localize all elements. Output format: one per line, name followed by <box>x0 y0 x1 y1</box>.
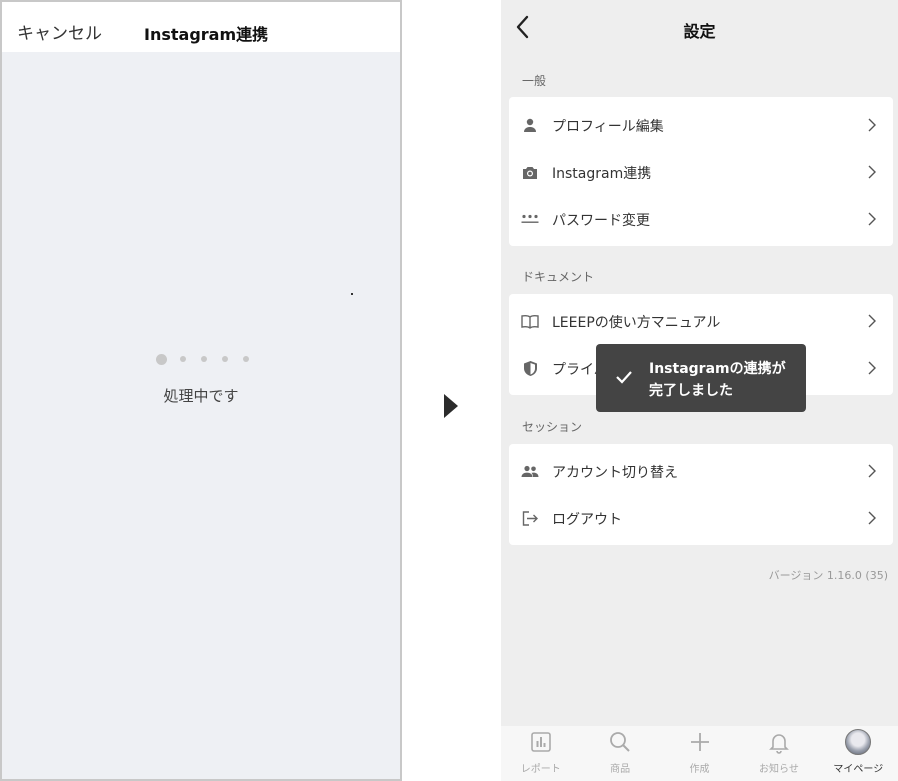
people-icon <box>521 462 539 480</box>
logout-icon <box>521 509 539 527</box>
settings-row-label: ログアウト <box>552 512 622 528</box>
general-card: プロフィール編集 Instagram連携 パスワード変更 <box>509 97 893 246</box>
settings-row-logout[interactable]: ログアウト <box>509 495 893 542</box>
settings-row-profile-edit[interactable]: プロフィール編集 <box>509 102 893 149</box>
loading-dot <box>201 356 207 362</box>
settings-row-label: アカウント切り替え <box>552 465 678 481</box>
settings-row-label: Instagram連携 <box>552 166 652 182</box>
success-toast: Instagramの連携が 完了しました <box>596 344 806 412</box>
chevron-right-icon <box>868 511 876 525</box>
toast-message-line2: 完了しました <box>649 383 733 399</box>
loading-dot <box>156 353 167 365</box>
tab-label: レポート <box>520 764 561 775</box>
loading-dot <box>243 356 249 362</box>
section-label-documents: ドキュメント <box>522 270 595 284</box>
book-icon <box>521 312 539 330</box>
chevron-right-icon <box>868 165 876 179</box>
avatar <box>845 729 872 755</box>
section-label-session: セッション <box>522 420 583 434</box>
tab-label: 作成 <box>689 764 710 775</box>
shield-icon <box>521 359 539 377</box>
settings-header: 設定 <box>501 0 898 56</box>
version-text: バージョン 1.16.0 (35) <box>768 569 888 582</box>
chevron-right-icon <box>868 464 876 478</box>
transition-arrow-icon <box>444 394 458 418</box>
settings-title: 設定 <box>683 22 716 41</box>
settings-screen: 設定 一般 プロフィール編集 Instagram連携 パスワード変更 ドキュメン… <box>501 0 898 781</box>
loading-dot <box>222 356 228 362</box>
search-icon <box>610 732 630 752</box>
cancel-button[interactable]: キャンセル <box>17 19 102 44</box>
settings-row-password-change[interactable]: パスワード変更 <box>509 196 893 243</box>
settings-row-instagram-link[interactable]: Instagram連携 <box>509 149 893 196</box>
bell-icon <box>768 734 789 754</box>
tab-label: お知らせ <box>759 764 799 775</box>
processing-text: 処理中です <box>163 387 239 405</box>
tab-report[interactable]: レポート <box>501 726 580 781</box>
loading-spinner <box>156 353 264 365</box>
tab-mypage[interactable]: マイページ <box>819 726 898 781</box>
settings-row-label: LEEEPの使い方マニュアル <box>552 315 721 331</box>
settings-row-label: パスワード変更 <box>552 213 650 229</box>
chevron-right-icon <box>868 212 876 226</box>
tab-notifications[interactable]: お知らせ <box>739 726 818 781</box>
tab-products[interactable]: 商品 <box>580 726 659 781</box>
loading-dot <box>180 356 186 362</box>
toast-message-line1: Instagramの連携が <box>649 361 786 377</box>
person-icon <box>521 116 539 134</box>
left-header: キャンセル Instagram連携 <box>2 2 400 52</box>
section-label-general: 一般 <box>522 74 547 88</box>
stray-dot <box>351 293 353 295</box>
settings-row-account-switch[interactable]: アカウント切り替え <box>509 448 893 495</box>
chevron-right-icon <box>868 314 876 328</box>
tab-label: マイページ <box>833 764 884 775</box>
bottom-tab-bar: レポート 商品 作成 お知らせ マイページ <box>501 726 898 781</box>
settings-row-manual[interactable]: LEEEPの使い方マニュアル <box>509 298 893 345</box>
chevron-right-icon <box>868 118 876 132</box>
password-dots-icon <box>521 210 539 228</box>
chart-icon <box>530 732 551 752</box>
tab-label: 商品 <box>610 764 631 775</box>
settings-row-label: プロフィール編集 <box>552 119 664 135</box>
instagram-link-screen: キャンセル Instagram連携 処理中です <box>0 0 402 781</box>
plus-icon <box>690 733 709 751</box>
tab-create[interactable]: 作成 <box>660 726 739 781</box>
check-icon <box>616 371 632 384</box>
camera-icon <box>521 163 539 181</box>
session-card: アカウント切り替え ログアウト <box>509 444 893 545</box>
left-page-title: Instagram連携 <box>144 25 269 44</box>
chevron-right-icon <box>868 361 876 375</box>
